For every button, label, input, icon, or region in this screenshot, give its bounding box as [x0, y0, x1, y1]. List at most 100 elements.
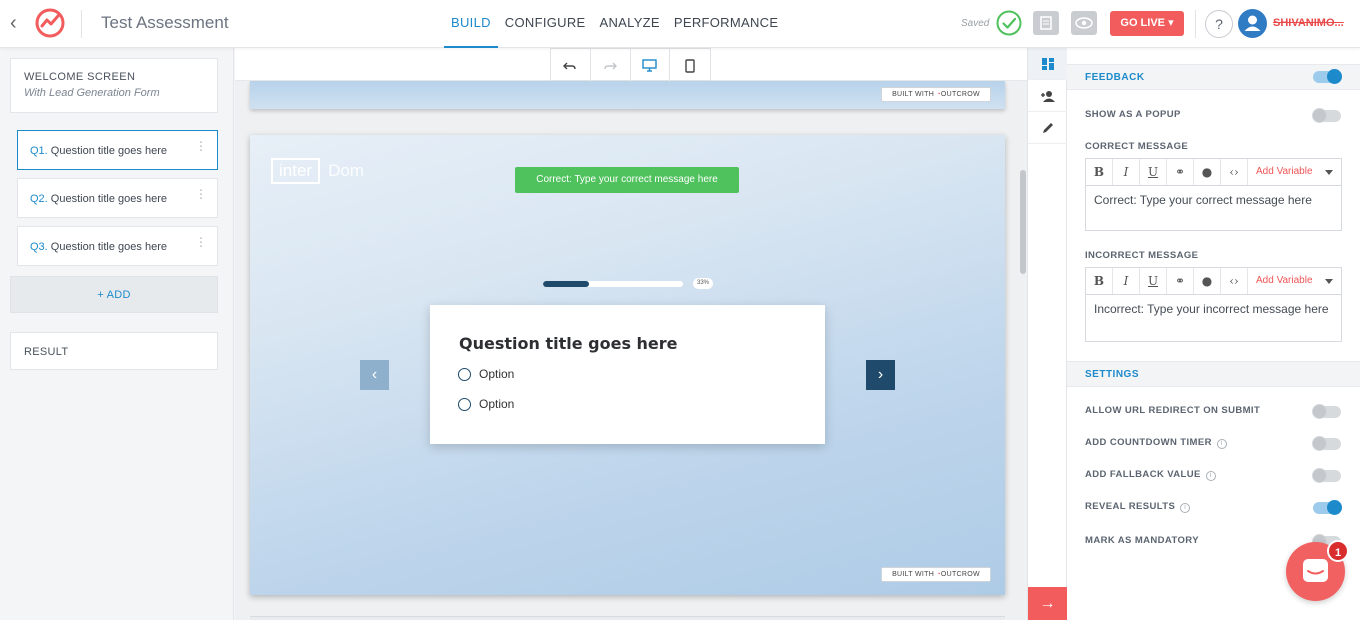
add-question-button[interactable]: + ADD [10, 276, 218, 313]
properties-panel: FEEDBACK SHOW AS A POPUP CORRECT MESSAGE… [1067, 48, 1360, 620]
canvas-scrollbar[interactable] [1020, 170, 1026, 274]
countdown-timer-toggle[interactable] [1312, 436, 1341, 451]
saved-status: Saved [961, 18, 990, 29]
toggle-knob [1312, 108, 1327, 123]
help-button[interactable]: ? [1205, 10, 1233, 38]
add-variable-dropdown[interactable]: Add Variable [1248, 268, 1341, 294]
templates-button[interactable] [1033, 11, 1059, 35]
add-variable-dropdown[interactable]: Add Variable [1248, 159, 1341, 185]
main-nav: BUILD CONFIGURE ANALYZE PERFORMANCE [444, 0, 785, 48]
info-icon[interactable]: i [1205, 471, 1216, 481]
question-title[interactable]: Question title goes here [459, 334, 678, 353]
result-card[interactable]: RESULT [10, 332, 218, 370]
edit-tool-button[interactable] [1028, 112, 1067, 144]
app-title: Test Assessment [101, 13, 229, 32]
chat-notification-badge: 1 [1327, 540, 1349, 562]
welcome-subtitle: With Lead Generation Form [24, 87, 160, 99]
incorrect-message-text[interactable]: Incorrect: Type your incorrect message h… [1086, 295, 1341, 324]
code-icon[interactable]: ‹› [1221, 159, 1248, 185]
fallback-value-toggle[interactable] [1312, 468, 1341, 483]
toggle-knob [1312, 436, 1327, 451]
fallback-value-label: ADD FALLBACK VALUE i [1085, 469, 1216, 481]
link-icon[interactable]: ⚭ [1167, 159, 1194, 185]
undo-button[interactable] [551, 49, 591, 82]
user-icon [1244, 15, 1261, 31]
code-icon[interactable]: ‹› [1221, 268, 1248, 294]
outgrow-logo-icon[interactable] [34, 7, 66, 39]
prev-arrow-button[interactable]: ‹ [360, 360, 389, 390]
italic-icon[interactable]: I [1113, 159, 1140, 185]
question-item[interactable]: Q2. Question title goes here ⋮ [17, 178, 218, 218]
incorrect-message-editor[interactable]: B I U ⚭ ● ‹› Add Variable Incorrect: Typ… [1085, 267, 1342, 342]
fallback-value-text: ADD FALLBACK VALUE [1085, 469, 1201, 480]
toggle-knob [1327, 69, 1342, 84]
bold-icon[interactable]: B [1086, 268, 1113, 294]
lead-tool-button[interactable] [1028, 80, 1067, 112]
desktop-view-button[interactable] [631, 49, 671, 82]
welcome-title: WELCOME SCREEN [24, 71, 136, 83]
username[interactable]: SHIVANIMO... [1273, 17, 1344, 29]
tab-performance[interactable]: PERFORMANCE [667, 0, 785, 48]
mobile-view-button[interactable] [670, 49, 710, 82]
document-icon [1040, 16, 1052, 30]
go-live-button[interactable]: GO LIVE ▾ [1110, 11, 1184, 36]
canvas-toolbar [550, 48, 711, 82]
show-popup-label: SHOW AS A POPUP [1085, 109, 1181, 120]
more-icon[interactable]: ⋮ [195, 179, 207, 209]
next-panel-button[interactable]: → [1028, 587, 1067, 620]
question-item[interactable]: Q3. Question title goes here ⋮ [17, 226, 218, 266]
redo-icon [604, 62, 618, 69]
desktop-icon [642, 59, 658, 72]
feedback-toggle[interactable] [1313, 69, 1342, 84]
correct-message-text[interactable]: Correct: Type your correct message here [1086, 186, 1341, 215]
question-label: Question title goes here [50, 241, 167, 253]
avatar[interactable] [1238, 9, 1267, 38]
layout-tool-button[interactable] [1028, 48, 1067, 80]
tab-analyze[interactable]: ANALYZE [593, 0, 667, 48]
progress-fill [543, 281, 590, 287]
builder-canvas: BUILT WITH ◔OUTCROW inter Dom Correct: T… [235, 48, 1027, 620]
built-with-label: BUILT WITH [892, 91, 935, 98]
radio-icon[interactable] [458, 367, 471, 381]
color-drop-icon[interactable]: ● [1194, 268, 1221, 294]
divider [1195, 10, 1196, 38]
question-number: Q2. [30, 193, 48, 205]
underline-icon[interactable]: U [1140, 159, 1167, 185]
underline-icon[interactable]: U [1140, 268, 1167, 294]
color-drop-icon[interactable]: ● [1194, 159, 1221, 185]
option-item[interactable]: Option [458, 396, 514, 412]
tab-configure[interactable]: CONFIGURE [498, 0, 593, 48]
redo-button[interactable] [591, 49, 631, 82]
question-item[interactable]: Q1. Question title goes here ⋮ [17, 130, 218, 170]
next-arrow-button[interactable]: › [866, 360, 895, 390]
question-slide[interactable]: inter Dom Correct: Type your correct mes… [250, 135, 1005, 595]
more-icon[interactable]: ⋮ [195, 227, 207, 257]
add-user-icon [1040, 90, 1055, 102]
preview-button[interactable] [1071, 11, 1097, 35]
tab-build[interactable]: BUILD [444, 0, 498, 48]
url-redirect-toggle[interactable] [1312, 404, 1341, 419]
countdown-timer-text: ADD COUNTDOWN TIMER [1085, 437, 1212, 448]
previous-slide-preview[interactable]: BUILT WITH ◔OUTCROW [250, 81, 1005, 109]
brand-logo: inter Dom [271, 158, 372, 184]
next-slide-preview[interactable] [250, 616, 1005, 620]
show-popup-toggle[interactable] [1312, 108, 1341, 123]
correct-message-editor[interactable]: B I U ⚭ ● ‹› Add Variable Correct: Type … [1085, 158, 1342, 231]
info-icon[interactable]: i [1216, 439, 1227, 449]
reveal-results-toggle[interactable] [1313, 500, 1342, 515]
welcome-screen-card[interactable]: WELCOME SCREEN With Lead Generation Form [10, 58, 218, 113]
italic-icon[interactable]: I [1113, 268, 1140, 294]
more-icon[interactable]: ⋮ [195, 131, 207, 161]
built-brand: OUTCROW [940, 571, 980, 578]
question-label: Question title goes here [50, 145, 167, 157]
back-icon[interactable]: ‹ [10, 12, 26, 34]
option-item[interactable]: Option [458, 366, 514, 382]
dashboard-icon [1041, 57, 1054, 70]
brand-part1: inter [271, 158, 321, 184]
editor-toolbar: B I U ⚭ ● ‹› Add Variable [1086, 159, 1341, 186]
radio-icon[interactable] [458, 397, 471, 411]
settings-header: SETTINGS [1067, 361, 1360, 387]
bold-icon[interactable]: B [1086, 159, 1113, 185]
link-icon[interactable]: ⚭ [1167, 268, 1194, 294]
info-icon[interactable]: i [1180, 503, 1191, 513]
